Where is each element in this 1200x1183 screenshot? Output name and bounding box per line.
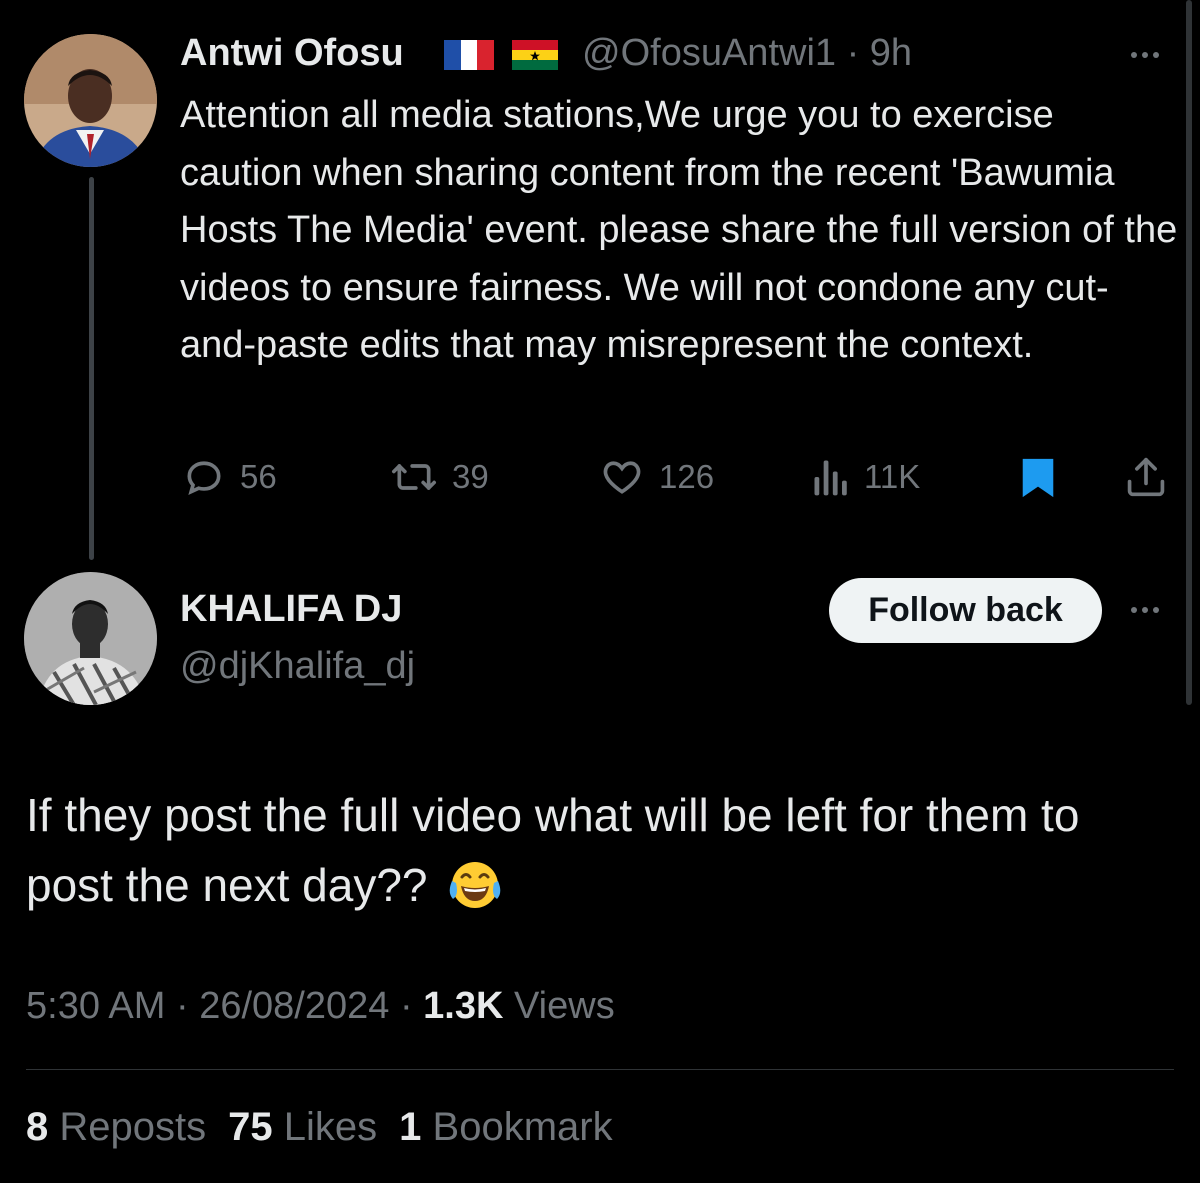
views-icon <box>814 460 847 496</box>
reply-author-name[interactable]: KHALIFA DJ <box>180 588 402 631</box>
bookmarks-stat[interactable]: 1 Bookmark <box>399 1105 612 1149</box>
share-icon[interactable] <box>1124 456 1168 498</box>
parent-author-name[interactable]: Antwi Ofosu <box>180 32 404 75</box>
separator-dot: · <box>846 32 860 74</box>
reply-action[interactable]: 56 <box>182 455 277 499</box>
repost-count: 39 <box>452 458 489 495</box>
parent-tweet-text: Attention all media stations,We urge you… <box>180 94 1178 366</box>
like-icon <box>603 461 641 494</box>
likes-count: 75 <box>228 1105 273 1149</box>
bookmarks-count: 1 <box>399 1105 422 1149</box>
engagement-stats: 8 Reposts 75 Likes 1 Bookmark <box>26 1105 613 1150</box>
views-label: Views <box>514 985 615 1027</box>
ghana-flag-icon <box>512 40 558 70</box>
reply-count: 56 <box>240 458 277 495</box>
reply-text-body: If they post the full video what will be… <box>26 789 1080 911</box>
reposts-label: Reposts <box>59 1105 207 1149</box>
reply-tweet-text: If they post the full video what will be… <box>26 780 1176 920</box>
reply-more-icon[interactable] <box>1131 607 1159 613</box>
tweet-date[interactable]: 26/08/2024 <box>199 985 389 1027</box>
reply-handle[interactable]: @djKhalifa_dj <box>180 645 415 688</box>
reposts-stat[interactable]: 8 Reposts <box>26 1105 206 1149</box>
repost-action[interactable]: 39 <box>390 455 489 499</box>
bookmark-icon[interactable] <box>1020 457 1056 499</box>
reply-avatar[interactable] <box>24 572 157 705</box>
likes-label: Likes <box>283 1105 378 1149</box>
thread-line <box>89 177 94 560</box>
tears-of-joy-emoji-icon <box>450 861 501 908</box>
parent-more-icon[interactable] <box>1131 52 1159 58</box>
parent-avatar[interactable] <box>24 34 157 167</box>
repost-icon <box>392 464 436 490</box>
bookmarks-label: Bookmark <box>432 1105 613 1149</box>
meta-separator: · <box>175 985 189 1027</box>
like-count: 126 <box>659 458 715 495</box>
views-count: 11K <box>864 458 921 495</box>
parent-handle-time: @OfosuAntwi1 · 9h <box>582 32 912 75</box>
likes-stat[interactable]: 75 Likes <box>228 1105 377 1149</box>
france-flag-icon <box>444 40 494 70</box>
like-action[interactable]: 126 <box>599 455 714 499</box>
reply-icon <box>187 461 221 495</box>
follow-back-button[interactable]: Follow back <box>829 578 1102 643</box>
views-action[interactable]: 11K <box>812 455 920 499</box>
scrollbar[interactable] <box>1186 0 1192 705</box>
divider <box>26 1069 1174 1070</box>
views-total: 1.3K <box>423 985 504 1027</box>
parent-time[interactable]: 9h <box>870 32 912 74</box>
tweet-meta: 5:30 AM · 26/08/2024 · 1.3K Views <box>26 985 615 1028</box>
tweet-time[interactable]: 5:30 AM <box>26 985 165 1027</box>
reposts-count: 8 <box>26 1105 49 1149</box>
meta-separator: · <box>399 985 413 1027</box>
parent-handle[interactable]: @OfosuAntwi1 <box>582 32 836 74</box>
